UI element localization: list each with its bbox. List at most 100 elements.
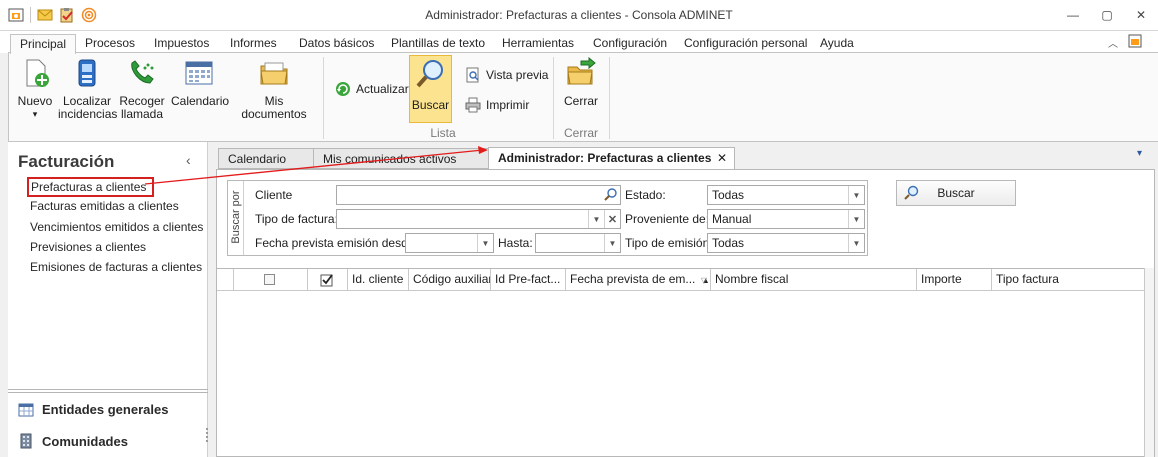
new-document-icon — [19, 57, 51, 89]
buscar-por-caption: Buscar por — [228, 181, 244, 255]
ribbon: Nuevo ▾ Localizar incidencias Recoger ll… — [8, 52, 1158, 142]
nav-link-prefacturas-a-clientes[interactable]: Prefacturas a clientes — [27, 177, 155, 197]
printer-icon — [465, 97, 481, 113]
chevron-down-icon[interactable]: ▼ — [848, 234, 864, 252]
minimize-button[interactable]: — — [1056, 0, 1090, 30]
preview-icon — [466, 67, 479, 83]
ribbon-group-separator — [323, 57, 324, 139]
localizar-incidencias-button[interactable]: Localizar incidencias — [58, 57, 117, 121]
column-fecha-prevista[interactable]: Fecha prevista de em... ▲ ▽ — [566, 269, 711, 291]
close-folder-icon — [565, 56, 597, 89]
ribbon-group-separator — [553, 57, 554, 139]
estado-select[interactable]: Todas ▼ — [707, 185, 865, 205]
imprimir-label: Imprimir — [486, 98, 530, 112]
column-id-prefactura[interactable]: Id Pre-fact... — [491, 269, 566, 291]
chevron-down-icon[interactable]: ▼ — [588, 210, 604, 228]
panel-splitter[interactable] — [8, 389, 208, 393]
tab-herramientas[interactable]: Herramientas — [493, 34, 583, 53]
doc-tab-calendario[interactable]: Calendario — [218, 148, 314, 169]
recoger-llamada-button[interactable]: Recoger llamada — [117, 57, 167, 121]
buscar-ribbon-button[interactable]: Buscar — [409, 55, 452, 123]
column-nombre-fiscal[interactable]: Nombre fiscal — [711, 269, 917, 291]
select-all-column[interactable] — [234, 269, 308, 291]
doc-tab-mis-comunicados-activos[interactable]: Mis comunicados activos — [313, 148, 489, 169]
column-fecha-prevista-label: Fecha prevista de em... — [570, 272, 696, 286]
maximize-button[interactable]: ▢ — [1090, 0, 1124, 30]
cerrar-label: Cerrar — [563, 94, 598, 108]
column-tipo-factura[interactable]: Tipo factura — [992, 269, 1146, 291]
hasta-input[interactable]: ▼ — [535, 233, 621, 253]
tab-configuracion[interactable]: Configuración — [584, 34, 676, 53]
mis-documentos-button[interactable]: Mis documentos — [233, 57, 315, 121]
chevron-down-icon[interactable]: ▼ — [848, 210, 864, 228]
doc-tab-title: Administrador: Prefacturas a clientes — [498, 151, 712, 165]
tab-principal[interactable]: Principal — [10, 34, 77, 54]
nav-group-comunidades[interactable]: Comunidades — [18, 433, 128, 449]
tab-configuracion-personal[interactable]: Configuración personal — [675, 34, 816, 53]
nav-link-vencimientos-emitidos[interactable]: Vencimientos emitidos a clientes — [30, 220, 203, 234]
tab-datos-basicos[interactable]: Datos básicos — [290, 34, 383, 53]
actualizar-button[interactable]: Actualizar — [335, 81, 409, 97]
nuevo-button[interactable]: Nuevo ▾ — [11, 57, 59, 121]
collapse-panel-icon[interactable]: ‹ — [186, 152, 191, 168]
locate-incident-icon — [71, 57, 103, 89]
tipo-emision-label: Tipo de emisión: — [625, 236, 713, 250]
fecha-desde-label: Fecha prevista emisión desde: — [255, 236, 418, 250]
proveniente-select[interactable]: Manual ▼ — [707, 209, 865, 229]
collapse-ribbon-icon[interactable]: ︿ — [1108, 35, 1118, 50]
chevron-down-icon[interactable]: ▼ — [848, 186, 864, 204]
filter-icon[interactable]: ▽ — [701, 270, 707, 291]
ribbon-tabs: Principal Procesos Impuestos Informes Da… — [0, 31, 1158, 54]
nav-link-facturas-emitidas[interactable]: Facturas emitidas a clientes — [30, 199, 179, 213]
imprimir-button[interactable]: Imprimir — [465, 97, 529, 113]
folder-documents-icon — [258, 57, 290, 89]
chevron-down-icon[interactable]: ▼ — [477, 234, 493, 252]
building-icon — [20, 433, 32, 449]
window-title: Administrador: Prefacturas a clientes - … — [425, 8, 733, 22]
close-tab-icon[interactable]: ✕ — [717, 148, 727, 168]
tab-informes[interactable]: Informes — [221, 34, 286, 53]
document-area: Calendario Mis comunicados activos Admin… — [208, 142, 1158, 457]
calendario-button[interactable]: Calendario — [171, 57, 229, 108]
checked-column[interactable] — [308, 269, 348, 291]
chevron-down-icon[interactable]: ▼ — [604, 234, 620, 252]
tab-ayuda[interactable]: Ayuda — [811, 34, 863, 53]
fecha-desde-input[interactable]: ▼ — [405, 233, 494, 253]
tipo-factura-select[interactable]: ▼ ✕ — [336, 209, 621, 229]
nav-group-entidades-generales[interactable]: Entidades generales — [18, 402, 168, 417]
tab-plantillas-de-texto[interactable]: Plantillas de texto — [382, 34, 494, 53]
vista-previa-label: Vista previa — [486, 68, 549, 82]
tipo-emision-select[interactable]: Todas ▼ — [707, 233, 865, 253]
cliente-input[interactable] — [336, 185, 621, 205]
mis-documentos-label: Mis documentos — [241, 94, 307, 121]
tab-procesos[interactable]: Procesos — [76, 34, 144, 53]
vista-previa-button[interactable]: Vista previa — [465, 67, 548, 83]
nav-link-previsiones[interactable]: Previsiones a clientes — [30, 240, 146, 254]
column-id-cliente[interactable]: Id. cliente — [348, 269, 409, 291]
clear-icon[interactable]: ✕ — [604, 210, 620, 228]
document-content: Buscar por Cliente Tipo de factura: ▼ ✕ … — [216, 169, 1155, 457]
cerrar-group-label: Cerrar — [563, 126, 598, 140]
calendar-icon — [183, 57, 215, 89]
nav-link-emisiones-de-facturas[interactable]: Emisiones de facturas a clientes — [30, 260, 202, 274]
vertical-scrollbar[interactable] — [1144, 268, 1154, 457]
buscar-label: Buscar — [411, 98, 450, 112]
tab-impuestos[interactable]: Impuestos — [145, 34, 218, 53]
close-button[interactable]: ✕ — [1124, 0, 1158, 30]
doc-tab-prefacturas[interactable]: Administrador: Prefacturas a clientes ✕ — [488, 147, 735, 170]
tab-list-dropdown-icon[interactable]: ▾ — [1137, 148, 1142, 159]
refresh-icon — [336, 82, 350, 96]
magnifier-icon — [415, 58, 447, 90]
nav-group-label: Comunidades — [42, 433, 128, 449]
column-codigo-auxiliar[interactable]: Código auxiliar — [409, 269, 491, 291]
title-bar: Administrador: Prefacturas a clientes - … — [0, 0, 1158, 31]
search-icon[interactable] — [604, 187, 618, 201]
cerrar-button[interactable]: Cerrar — [559, 56, 603, 108]
hasta-label: Hasta: — [498, 236, 533, 250]
buscar-button[interactable]: Buscar — [896, 180, 1016, 206]
panel-title: Facturación — [18, 152, 115, 171]
checkbox-icon[interactable] — [264, 274, 275, 285]
phone-icon — [126, 57, 158, 89]
app-options-icon[interactable] — [1128, 34, 1142, 51]
column-importe[interactable]: Importe — [917, 269, 992, 291]
